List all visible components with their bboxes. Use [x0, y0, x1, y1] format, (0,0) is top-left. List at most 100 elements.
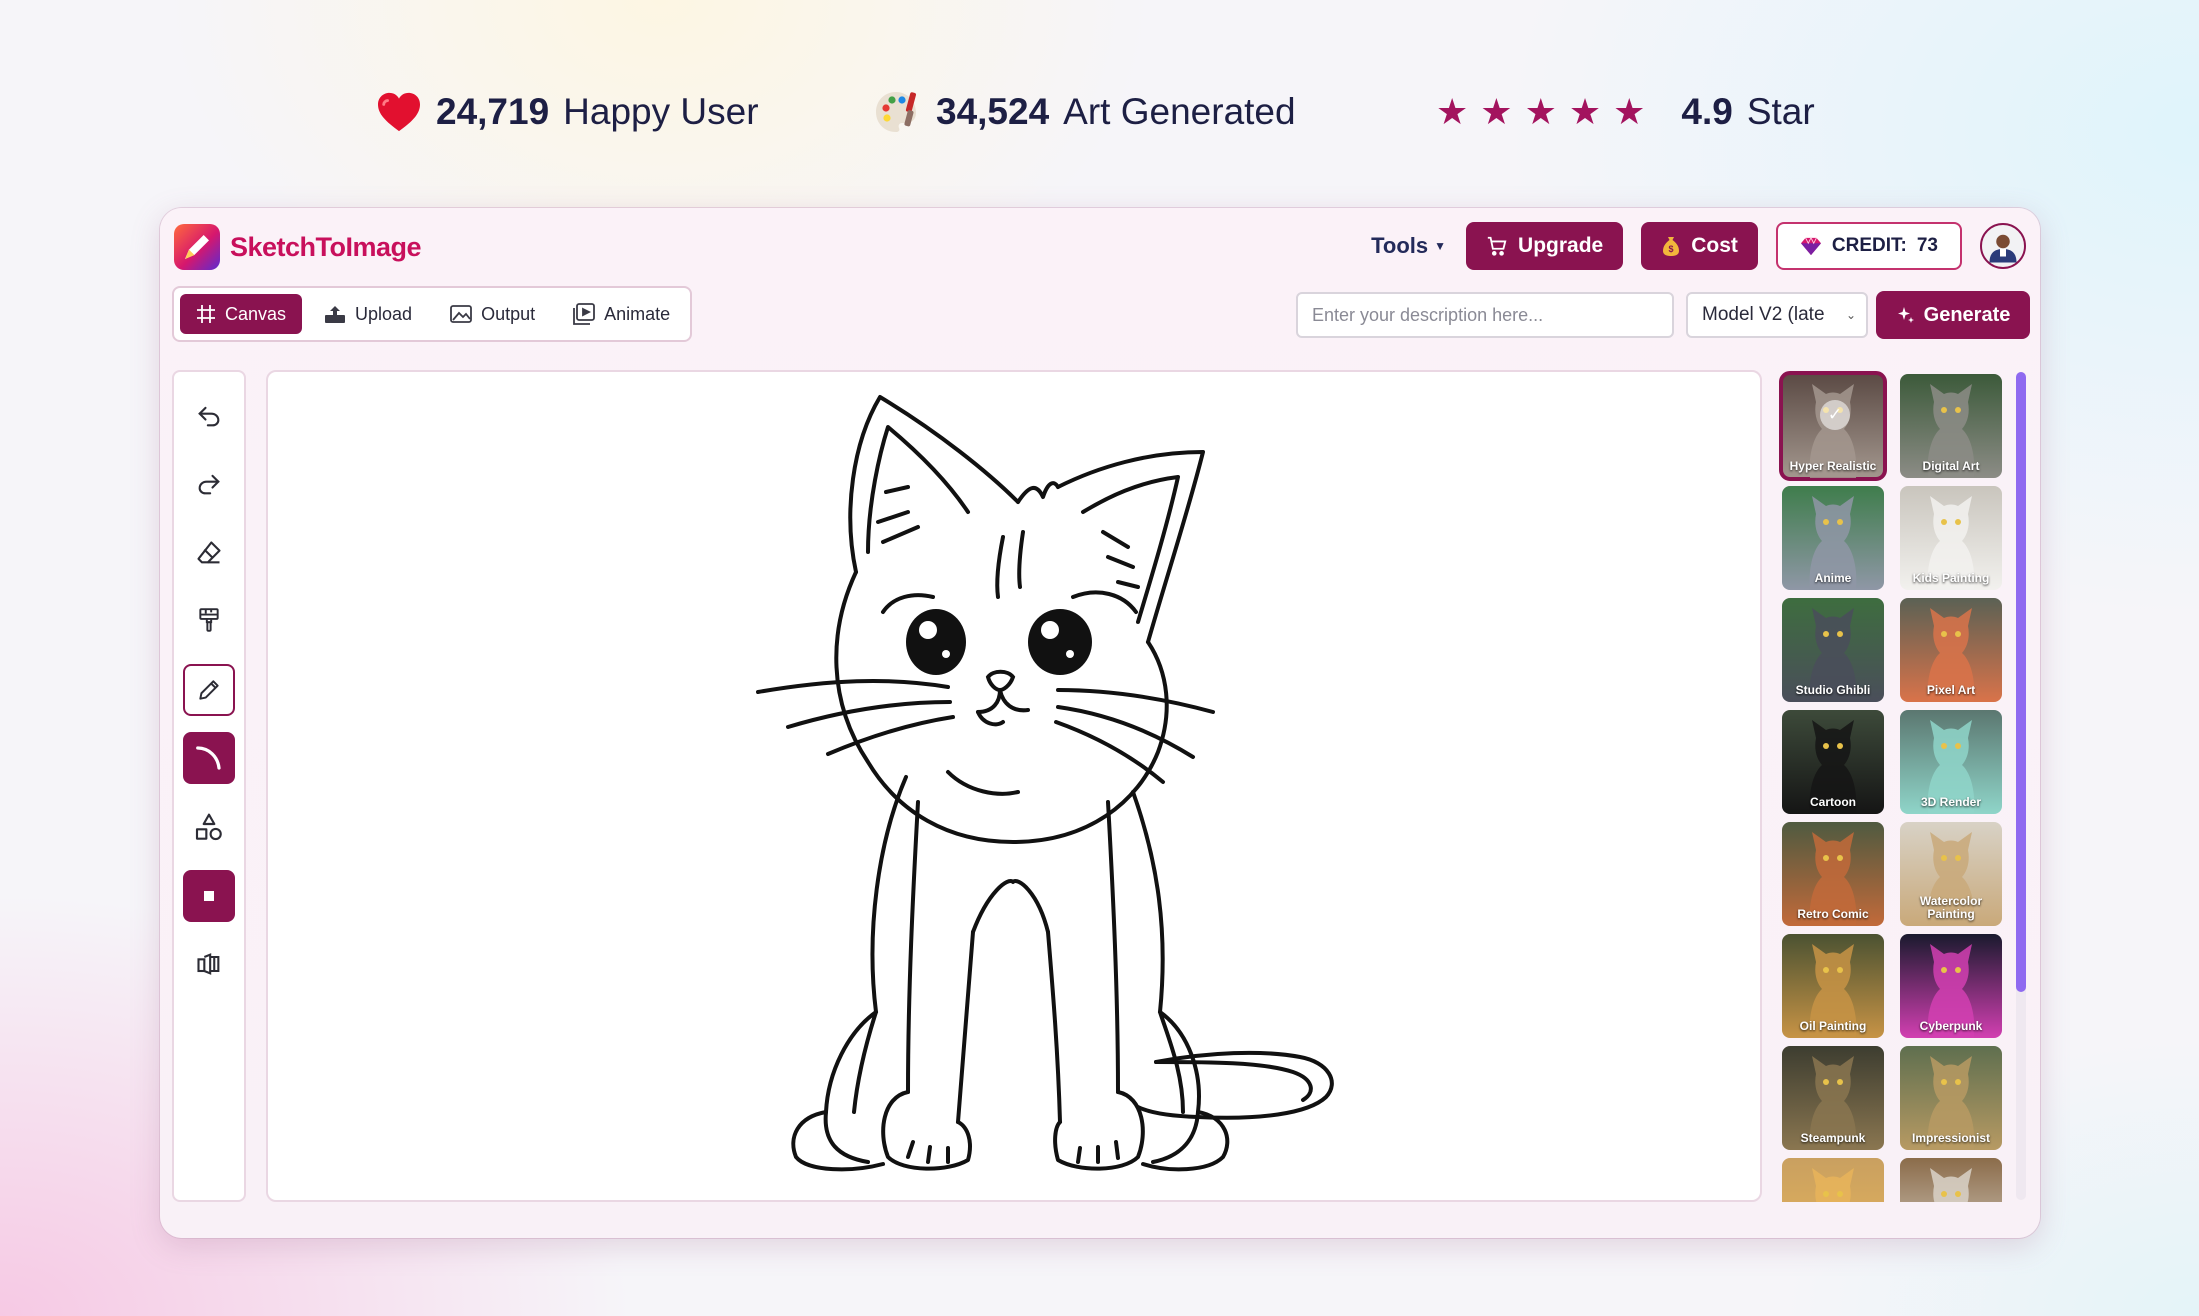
tab-upload[interactable]: Upload — [308, 294, 428, 334]
style-tile[interactable]: Studio Ghibli — [1782, 598, 1884, 702]
shapes-icon — [195, 813, 222, 841]
style-tile[interactable]: Pixel Art — [1900, 598, 2002, 702]
style-tile-label: Studio Ghibli — [1795, 682, 1871, 697]
style-tile-label: Oil Painting — [1799, 1018, 1867, 1033]
style-gallery: ✓ Hyper Realistic Digital Art Anime Kids Pai… — [1778, 370, 2004, 1202]
style-tile[interactable]: Impressionist — [1900, 1046, 2002, 1150]
style-tile[interactable] — [1900, 1158, 2002, 1202]
gallery-scrollbar[interactable] — [2016, 372, 2026, 1200]
style-tile-label: Retro Comic — [1797, 906, 1869, 921]
redo-button[interactable] — [183, 458, 235, 510]
style-tile[interactable] — [1782, 1158, 1884, 1202]
eraser-button[interactable] — [183, 527, 235, 579]
model-select[interactable]: Model V2 (late ⌄ — [1686, 292, 1868, 338]
stroke-size-button[interactable] — [183, 870, 235, 922]
rating-label: Star — [1746, 91, 1815, 132]
tools-menu[interactable]: Tools ▼ — [1371, 233, 1446, 259]
stat-rating: ★ ★ ★ ★ ★ 4.9 Star — [1436, 82, 1815, 142]
cart-icon — [1487, 236, 1507, 256]
caret-down-icon: ▼ — [1434, 239, 1447, 253]
mode-tabs: Canvas Upload Output Animate — [172, 286, 692, 342]
style-tile[interactable]: ✓ Hyper Realistic — [1779, 371, 1887, 481]
grid-icon — [197, 305, 215, 323]
drawing-canvas[interactable] — [266, 370, 1762, 1202]
redo-icon — [198, 474, 220, 495]
credit-badge[interactable]: CREDIT: 73 — [1775, 222, 1962, 270]
stroke-size-icon — [204, 891, 214, 901]
upgrade-button[interactable]: Upgrade — [1466, 222, 1624, 270]
scrollbar-thumb[interactable] — [2016, 372, 2026, 992]
stats-bar: 24,719 Happy User 34,524 Art Generated ★… — [0, 82, 2199, 142]
tab-output[interactable]: Output — [434, 294, 551, 334]
style-tile[interactable]: Watercolor Painting — [1900, 822, 2002, 926]
shapes-button[interactable] — [183, 802, 235, 854]
cat-thumbnail — [1930, 1168, 1972, 1202]
tools-label: Tools — [1371, 233, 1429, 258]
style-tile[interactable]: Oil Painting — [1782, 934, 1884, 1038]
style-tile[interactable]: Digital Art — [1900, 374, 2002, 478]
layers-button[interactable] — [183, 938, 235, 990]
app-window: SketchToImage Tools ▼ Upgrade $ Cost CRE… — [160, 208, 2040, 1238]
model-selected-label: Model V2 (late — [1702, 304, 1825, 325]
pencil-icon — [199, 680, 219, 700]
drawing-toolbar — [172, 370, 246, 1202]
palette-icon — [876, 92, 917, 132]
undo-button[interactable] — [183, 390, 235, 442]
style-tile[interactable]: 3D Render — [1900, 710, 2002, 814]
style-tile[interactable]: Kids Painting — [1900, 486, 2002, 590]
stat-art-generated: 34,524 Art Generated — [874, 82, 1296, 142]
style-tile-label: 3D Render — [1920, 794, 1982, 809]
users-label: Happy User — [563, 91, 759, 132]
style-tile[interactable]: Cartoon — [1782, 710, 1884, 814]
cat-sketch — [756, 395, 1334, 1172]
credit-label: CREDIT: — [1831, 235, 1907, 256]
stat-happy-users: 24,719 Happy User — [376, 82, 759, 142]
tab-canvas[interactable]: Canvas — [180, 294, 303, 334]
star-icon: ★ — [1568, 91, 1602, 132]
user-avatar[interactable] — [1980, 223, 2026, 269]
upgrade-label: Upgrade — [1518, 234, 1604, 257]
curve-tool-button[interactable] — [183, 732, 235, 784]
tab-animate-label: Animate — [604, 303, 671, 324]
description-input[interactable] — [1296, 292, 1674, 338]
style-tile-label: Hyper Realistic — [1789, 458, 1877, 473]
credit-value: 73 — [1916, 235, 1938, 256]
tab-canvas-label: Canvas — [225, 303, 287, 324]
generate-button[interactable]: Generate — [1876, 291, 2030, 339]
cost-label: Cost — [1691, 234, 1738, 257]
style-tile-label: Watercolor Painting — [1919, 893, 1983, 921]
pencil-button[interactable] — [183, 664, 235, 716]
style-tile[interactable]: Steampunk — [1782, 1046, 1884, 1150]
chevron-down-icon: ⌄ — [1845, 308, 1856, 322]
users-count: 24,719 — [436, 91, 550, 132]
eraser-icon — [197, 541, 221, 564]
art-label: Art Generated — [1063, 91, 1296, 132]
check-icon: ✓ — [1820, 400, 1850, 430]
style-tile[interactable]: Anime — [1782, 486, 1884, 590]
art-count: 34,524 — [936, 91, 1050, 132]
star-icon: ★ — [1480, 91, 1513, 132]
star-icon: ★ — [1613, 91, 1646, 132]
user-icon — [1989, 234, 2017, 263]
style-tile-label: Anime — [1814, 570, 1852, 585]
tab-upload-label: Upload — [355, 303, 413, 324]
video-icon — [573, 303, 596, 325]
rating-stars: ★ ★ ★ ★ ★ — [1436, 94, 1645, 130]
paint-brush-button[interactable] — [183, 594, 235, 646]
style-tile-label: Pixel Art — [1926, 682, 1976, 697]
svg-text:$: $ — [1669, 244, 1674, 254]
brush-icon — [199, 608, 219, 632]
tab-animate[interactable]: Animate — [557, 294, 686, 334]
tab-output-label: Output — [481, 303, 536, 324]
header-actions: Tools ▼ Upgrade $ Cost CREDIT: 73 — [1371, 220, 2026, 272]
style-tile-label: Cartoon — [1810, 794, 1856, 809]
undo-icon — [198, 406, 220, 427]
heart-icon — [378, 92, 420, 132]
style-tile[interactable]: Retro Comic — [1782, 822, 1884, 926]
cost-button[interactable]: $ Cost — [1641, 222, 1758, 270]
logo[interactable]: SketchToImage — [174, 222, 422, 272]
style-tile[interactable]: Cyberpunk — [1900, 934, 2002, 1038]
layers-icon — [197, 953, 220, 975]
cat-thumbnail — [1812, 1168, 1854, 1202]
money-bag-icon: $ — [1663, 237, 1680, 256]
